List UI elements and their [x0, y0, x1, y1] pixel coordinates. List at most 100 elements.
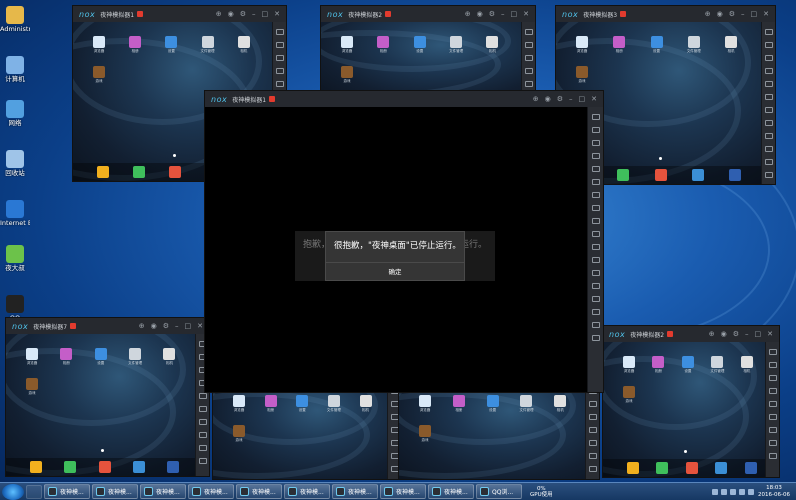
toolbar-tool-icon[interactable]	[588, 440, 597, 446]
dock-app-icon[interactable]	[744, 462, 757, 474]
app-icon[interactable]: 浏览器	[233, 395, 245, 412]
toolbar-tool-icon[interactable]	[764, 68, 773, 74]
app-icon[interactable]: 浏览器	[341, 36, 353, 53]
app-icon[interactable]: 文件管理	[519, 395, 533, 412]
toolbar-tool-icon[interactable]	[768, 427, 777, 433]
app-icon[interactable]: 设置	[296, 395, 309, 412]
toolbar-tool-icon[interactable]	[764, 172, 773, 178]
app-icon[interactable]: 设置	[486, 395, 499, 412]
dock-app-icon[interactable]	[167, 461, 180, 473]
pin-icon[interactable]: ⊕	[533, 95, 539, 103]
toolbar-tool-icon[interactable]	[768, 453, 777, 459]
close-button[interactable]: ✕	[523, 10, 529, 18]
record-icon[interactable]: ◉	[477, 10, 483, 18]
dock-app-icon[interactable]	[133, 166, 146, 178]
minimize-button[interactable]: –	[501, 10, 505, 18]
system-tray[interactable]	[712, 488, 755, 495]
app-icon[interactable]: 文件管理	[449, 36, 463, 53]
desktop-icon[interactable]: 计算机	[0, 56, 30, 83]
toolbar-tool-icon[interactable]	[591, 153, 600, 159]
settings-icon[interactable]: ⚙	[557, 95, 563, 103]
minimize-button[interactable]: –	[569, 95, 573, 103]
close-button[interactable]: ✕	[767, 330, 773, 338]
dock-app-icon[interactable]	[627, 462, 639, 474]
quicklaunch-explorer-icon[interactable]	[26, 484, 42, 499]
dock-app-icon[interactable]	[64, 461, 77, 473]
games-folder-icon[interactable]: 游戏	[93, 66, 105, 83]
toolbar-tool-icon[interactable]	[764, 55, 773, 61]
app-icon[interactable]: 浏览器	[93, 36, 105, 53]
minimize-button[interactable]: –	[741, 10, 745, 18]
android-screen[interactable]: 浏览器 相册 设置 文件管理 相机游戏	[399, 381, 585, 479]
toolbar-tool-icon[interactable]	[764, 133, 773, 139]
dock-app-icon[interactable]	[97, 166, 109, 178]
dock-app-icon[interactable]	[169, 166, 182, 178]
toolbar-tool-icon[interactable]	[591, 283, 600, 289]
title-bar[interactable]: nox 夜神模拟器1 ⊕ ◉ ⚙ – □ ✕	[205, 91, 603, 107]
games-folder-icon[interactable]: 游戏	[419, 425, 431, 442]
toolbar-tool-icon[interactable]	[591, 231, 600, 237]
title-bar[interactable]: nox 夜神模拟器2 ⊕ ◉ ⚙ – □ ✕	[603, 326, 779, 342]
toolbar-tool-icon[interactable]	[768, 375, 777, 381]
app-icon[interactable]: 相册	[452, 395, 465, 412]
toolbar-tool-icon[interactable]	[198, 432, 207, 438]
app-icon[interactable]: 浏览器	[26, 348, 38, 365]
app-icon[interactable]: 相机	[486, 36, 499, 53]
toolbar-tool-icon[interactable]	[591, 296, 600, 302]
maximize-button[interactable]: □	[755, 330, 762, 338]
toolbar-tool-icon[interactable]	[591, 335, 600, 341]
games-folder-icon[interactable]: 游戏	[26, 378, 38, 395]
app-icon[interactable]: 设置	[413, 36, 426, 53]
record-icon[interactable]: ◉	[721, 330, 727, 338]
maximize-button[interactable]: □	[751, 10, 758, 18]
android-screen[interactable]: 浏览器 相册 设置 文件管理 相机 游戏	[213, 381, 387, 479]
toolbar-tool-icon[interactable]	[591, 257, 600, 263]
settings-icon[interactable]: ⚙	[729, 10, 735, 18]
app-icon[interactable]: 相册	[613, 36, 626, 53]
android-screen[interactable]: 浏览器 相册 设置 文件管理 相机 游戏	[603, 342, 765, 477]
toolbar-tool-icon[interactable]	[524, 81, 533, 87]
taskbar-item[interactable]: 夜神模...	[188, 484, 234, 499]
toolbar-tool-icon[interactable]	[768, 388, 777, 394]
settings-icon[interactable]: ⚙	[163, 322, 169, 330]
title-bar[interactable]: nox 夜神模拟器2 ⊕ ◉ ⚙ – □ ✕	[321, 6, 535, 22]
toolbar-tool-icon[interactable]	[198, 406, 207, 412]
app-icon[interactable]: 相机	[237, 36, 250, 53]
toolbar-tool-icon[interactable]	[524, 55, 533, 61]
app-icon[interactable]: 文件管理	[327, 395, 341, 412]
dock-app-icon[interactable]	[656, 462, 669, 474]
app-icon[interactable]: 浏览器	[419, 395, 431, 412]
toolbar-tool-icon[interactable]	[524, 68, 533, 74]
toolbar-tool-icon[interactable]	[768, 362, 777, 368]
toolbar-tool-icon[interactable]	[768, 440, 777, 446]
desktop-icon[interactable]: Administr...	[0, 6, 30, 33]
toolbar-tool-icon[interactable]	[275, 55, 284, 61]
app-icon[interactable]: 相册	[377, 36, 390, 53]
dock-app-icon[interactable]	[691, 169, 704, 181]
dock-app-icon[interactable]	[715, 462, 728, 474]
taskbar-item[interactable]: 夜神模...	[284, 484, 330, 499]
emulator-window-5[interactable]: 浏览器 相册 设置 文件管理 相机游戏	[398, 380, 600, 480]
settings-icon[interactable]: ⚙	[489, 10, 495, 18]
maximize-button[interactable]: □	[262, 10, 269, 18]
record-icon[interactable]: ◉	[545, 95, 551, 103]
toolbar-tool-icon[interactable]	[591, 114, 600, 120]
app-icon[interactable]: 相机	[554, 395, 567, 412]
toolbar-tool-icon[interactable]	[764, 146, 773, 152]
toolbar-tool-icon[interactable]	[275, 68, 284, 74]
taskbar-item[interactable]: 夜神模...	[44, 484, 90, 499]
toolbar-tool-icon[interactable]	[591, 322, 600, 328]
minimize-button[interactable]: –	[745, 330, 749, 338]
toolbar-tool-icon[interactable]	[764, 94, 773, 100]
android-screen[interactable]: 浏览器 相册 设置 文件管理 相机 游戏	[321, 22, 521, 99]
toolbar-tool-icon[interactable]	[198, 458, 207, 464]
app-icon[interactable]: 相机	[725, 36, 738, 53]
side-toolbar[interactable]	[521, 22, 535, 99]
record-icon[interactable]: ◉	[151, 322, 157, 330]
dock-app-icon[interactable]	[654, 169, 667, 181]
dock-app-icon[interactable]	[729, 169, 742, 181]
minimize-button[interactable]: –	[175, 322, 179, 330]
desktop-icon[interactable]: 网络	[0, 100, 30, 127]
toolbar-tool-icon[interactable]	[588, 401, 597, 407]
title-bar[interactable]: nox 夜神模拟器3 ⊕ ◉ ⚙ – □ ✕	[556, 6, 775, 22]
